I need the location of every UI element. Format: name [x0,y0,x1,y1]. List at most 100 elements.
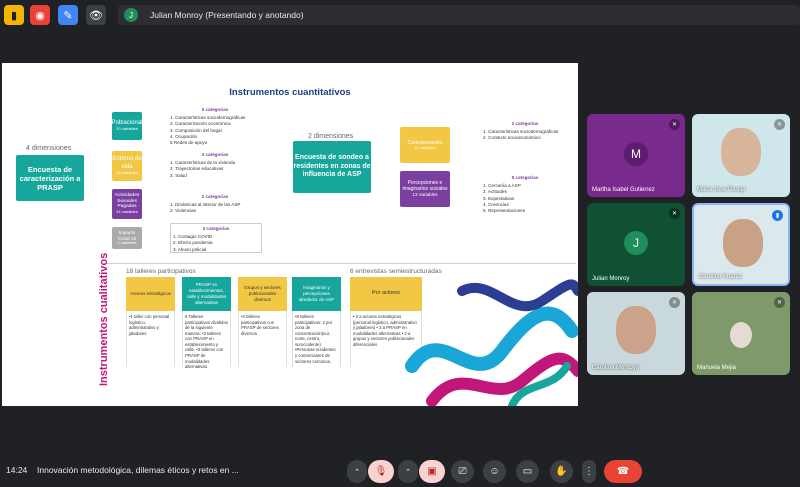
right-dimensions-label: 2 dimensiones [308,133,354,140]
raise-hand-button[interactable]: ✋ [550,460,573,483]
captions-icon: ▭ [522,466,533,477]
entorno-box: Entorno de vida 13 variables [112,151,142,181]
annotate-icon[interactable]: ✎ [58,5,78,25]
list-item: 3. Salud [170,172,187,178]
mic-off-icon: ✕ [774,119,785,130]
categorias-actividades-list: 2 categorías 1. Dinámicas al interior de… [170,194,260,215]
participant-tile[interactable]: J ✕ Julian Monroy [587,203,685,286]
participant-video [723,219,763,267]
camera-off-icon: ▣ [427,466,437,477]
mic-options-chevron-icon[interactable]: ⌃ [347,460,367,483]
caracterizacion-vars: 13 variables [414,144,436,150]
mic-off-icon: 🎙 [374,466,388,477]
camera-toggle-button[interactable]: ▣ [419,460,445,483]
more-options-button[interactable]: ⋮ [582,460,596,483]
participant-video [721,128,761,176]
list-heading: 3 categorías [202,226,230,231]
poblacional-vars: 20 variables [116,126,138,132]
meeting-title: Innovación metodológica, dilemas éticos … [37,465,239,475]
record-icon[interactable]: ◉ [30,5,50,25]
list-item: 5. Representaciones [483,207,526,213]
caracterizacion-box: Caracterización 13 variables [400,127,450,163]
participant-name: Martha Isabel Gutierrez [592,187,655,193]
impacto-vars: 5 variables [117,240,137,246]
participant-name: Julian Monroy [592,276,630,282]
mic-off-icon: ✕ [669,208,680,219]
column-actores: Actores estratégicos •1 taller con perso… [126,277,175,367]
entorno-label: Entorno de vida [112,156,142,170]
categorias-percepciones-list: 5 categorías 1. Cercanía a ASP 2. Actitu… [483,175,567,214]
actividades-vars: 14 variables [116,209,138,215]
percepciones-box: Percepciones e imaginarios sociales 13 V… [400,171,450,207]
hang-up-icon: ☎ [616,466,630,477]
column-body: 6 Talleres participativos divididos de l… [182,311,231,369]
reactions-button[interactable]: ☺ [483,460,506,483]
list-item: 5 Redes de apoyo [170,139,208,145]
participant-name: Maria Jose Pareja [697,187,746,193]
bottom-bar: 14:24 Innovación metodológica, dilemas é… [0,452,800,487]
column-body: •8 talleres participativos: 2 por zona d… [292,311,341,367]
list-heading: 5 categorías [201,107,229,112]
participant-avatar: J [624,231,648,255]
meeting-clock: 14:24 [6,465,28,475]
participant-tile[interactable]: ✕ Manuela Mejia [692,292,790,375]
eye-icon[interactable]: 👁 [86,5,106,25]
list-heading: 3 categorías [201,152,229,157]
more-vert-icon: ⋮ [584,466,594,477]
encuesta-caracterizacion-box: Encuesta de caracterización a PRASP [16,155,84,201]
column-heading: PRASP en establecimientos, calle y modal… [182,277,231,311]
presentation-icon[interactable]: ▮ [4,5,24,25]
participant-tile-speaking[interactable]: ▮ Carolina Suarez [692,203,790,286]
participant-name: Carolina Suarez [699,274,743,280]
encuesta-sondeo-box: Encuesta de sondeo a residentes en zonas… [293,141,371,193]
presenter-avatar: J [124,8,138,22]
entorno-vars: 13 variables [116,169,138,175]
column-heading: Actores estratégicos [126,277,175,311]
percepciones-vars: 13 Variables [412,192,438,198]
list-item: 3. Abuso policial [173,246,207,252]
leave-call-button[interactable]: ☎ [604,460,642,483]
participant-tile[interactable]: ✕ Maria Jose Pareja [692,114,790,197]
mic-toggle-button[interactable]: 🎙 [368,460,394,483]
participant-video [616,306,656,354]
talleres-label: 18 talleres participativos [126,268,196,275]
participant-tile[interactable]: M ✕ Martha Isabel Gutierrez [587,114,685,197]
list-heading: 2 categorías [201,194,229,199]
column-body: •3 talleres participativos con PRASP de … [238,311,287,367]
categorias-entorno-list: 3 categorías 1. Características de la vi… [170,152,260,179]
impacto-box: Impacto Covid-19 5 variables [112,227,142,249]
poblacional-box: Poblacional 20 variables [111,112,143,140]
participant-tile[interactable]: ✕ Carolina Montoya [587,292,685,375]
participant-name: Carolina Montoya [592,365,640,371]
actividades-label: Actividades Sexuales Pagadas [114,192,140,210]
list-heading: 2 categorías [511,121,539,126]
column-grupos: Grupos y sectores poblacionales diversos… [238,277,287,367]
left-dimensions-label: 4 dimensiones [26,145,72,152]
slide-title: Instrumentos cuantitativos [229,87,351,98]
emoji-icon: ☺ [489,466,500,477]
presenter-text: Julian Monroy (Presentando y anotando) [150,10,304,20]
column-prasp: PRASP en establecimientos, calle y modal… [182,277,231,369]
captions-button[interactable]: ▭ [516,460,539,483]
categorias-caracterizacion-list: 2 categorías 1. Características sociodem… [483,121,567,142]
mic-off-icon: ✕ [669,297,680,308]
speaking-icon: ▮ [772,210,783,221]
participant-name: Manuela Mejia [697,365,737,371]
presenter-banner: J Julian Monroy (Presentando y anotando) [118,5,800,25]
top-bar: ▮ ◉ ✎ 👁 J Julian Monroy (Presentando y a… [0,0,800,30]
hand-icon: ✋ [555,466,568,477]
list-item: 2. Violencias [170,208,196,214]
list-heading: 5 categorías [511,175,539,180]
section-divider [106,263,576,264]
categorias-covid-list: 3 categorías 1. Contagio COVID 2. Efecto… [170,223,262,253]
column-heading: Grupos y sectores poblacionales diversos [238,277,287,311]
participant-avatar: M [624,142,648,166]
decorative-ribbons-graphic [405,279,578,406]
list-item: 2. Contexto socioeconómico [483,135,541,141]
camera-options-chevron-icon[interactable]: ⌃ [398,460,418,483]
categorias-poblacional-list: 5 categorías 1. Características sociodem… [170,107,260,146]
column-heading: Imaginarios y percepciones alrededor de … [292,277,341,311]
mic-off-icon: ✕ [669,119,680,130]
mic-off-icon: ✕ [774,297,785,308]
present-screen-button[interactable]: ⎚ [451,460,474,483]
